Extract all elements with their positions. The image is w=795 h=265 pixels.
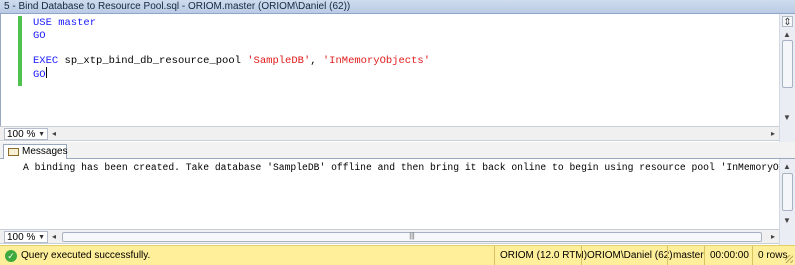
code-token-kw: EXEC <box>33 54 59 67</box>
horizontal-scrollbar[interactable]: ||| <box>62 232 765 242</box>
code-token-str: 'SampleDB' <box>247 54 311 67</box>
messages-scroll-thumb[interactable] <box>782 173 793 211</box>
tab-messages[interactable]: Messages <box>3 144 68 159</box>
messages-vertical-scrollbar[interactable]: ▲ ▼ <box>779 159 795 229</box>
messages-pane[interactable]: A binding has been created. Take databas… <box>0 159 795 229</box>
window-title: 5 - Bind Database to Resource Pool.sql -… <box>0 0 795 14</box>
tab-messages-label: Messages <box>22 146 68 157</box>
status-elapsed: 00:00:00 <box>704 246 749 265</box>
editor-zoom-bar: 100 % ▼ ◂ ▸ <box>0 126 779 141</box>
status-user: ORIOM\Daniel (62) <box>581 246 673 265</box>
text-caret <box>45 67 47 78</box>
corner-box <box>779 229 795 245</box>
query-editor[interactable]: USE master GO EXEC sp_xtp_bind_db_resource… <box>0 14 779 126</box>
check-circle-icon: ✓ <box>5 250 17 262</box>
status-server: ORIOM (12.0 RTM) <box>494 246 587 265</box>
code-line[interactable]: GO <box>33 67 430 81</box>
scroll-left-icon[interactable]: ◂ <box>52 231 56 243</box>
corner-box <box>779 126 795 142</box>
code-line[interactable] <box>33 42 430 55</box>
horizontal-scroll-thumb[interactable]: ||| <box>62 232 762 242</box>
results-zoom-bar: 100 % ▼ ◂ ||| ▸ <box>0 229 779 244</box>
code-token-plain: , <box>310 54 323 67</box>
editor-zoom-value: 100 % <box>7 129 36 140</box>
scroll-down-icon[interactable]: ▼ <box>783 113 791 122</box>
code-line[interactable]: EXEC sp_xtp_bind_db_resource_pool 'Sampl… <box>33 55 430 68</box>
resize-grip-icon[interactable] <box>785 255 793 263</box>
result-message: A binding has been created. Take databas… <box>23 162 795 173</box>
status-rows: 0 rows <box>752 246 787 265</box>
scroll-right-icon[interactable]: ▸ <box>771 128 775 140</box>
code-token-kw: USE master <box>33 17 97 29</box>
code-area[interactable]: USE master GO EXEC sp_xtp_bind_db_resource… <box>33 17 430 81</box>
scroll-down-icon[interactable]: ▼ <box>783 216 791 225</box>
editor-vertical-scrollbar[interactable]: ⇕ ▲ ▼ <box>779 14 795 126</box>
editor-zoom-select[interactable]: 100 % ▼ <box>4 128 48 140</box>
code-line[interactable]: USE master <box>33 17 430 30</box>
editor-scroll-thumb[interactable] <box>782 40 793 88</box>
status-database: master <box>667 246 704 265</box>
change-tracking-bar <box>18 16 22 86</box>
scroll-left-icon[interactable]: ◂ <box>52 128 56 140</box>
results-tab-strip: Messages <box>0 142 795 159</box>
code-token-kw: GO <box>33 29 46 42</box>
status-message: Query executed successfully. <box>21 250 151 261</box>
scroll-up-icon[interactable]: ▲ <box>783 162 791 171</box>
code-token-str: 'InMemoryObjects' <box>322 54 430 67</box>
scroll-right-icon[interactable]: ▸ <box>771 231 775 243</box>
chevron-down-icon[interactable]: ▼ <box>38 232 45 244</box>
chevron-down-icon[interactable]: ▼ <box>38 129 45 141</box>
results-zoom-value: 100 % <box>7 232 36 243</box>
message-icon <box>8 148 19 156</box>
status-bar: ✓ Query executed successfully. ORIOM (12… <box>0 245 795 265</box>
code-line[interactable]: GO <box>33 30 430 43</box>
editor-margin <box>1 14 17 126</box>
results-zoom-select[interactable]: 100 % ▼ <box>4 231 48 243</box>
code-token-kw: GO <box>33 69 46 81</box>
split-icon[interactable]: ⇕ <box>782 16 793 28</box>
scroll-up-icon[interactable]: ▲ <box>783 30 791 39</box>
code-token-plain: sp_xtp_bind_db_resource_pool <box>58 54 248 67</box>
